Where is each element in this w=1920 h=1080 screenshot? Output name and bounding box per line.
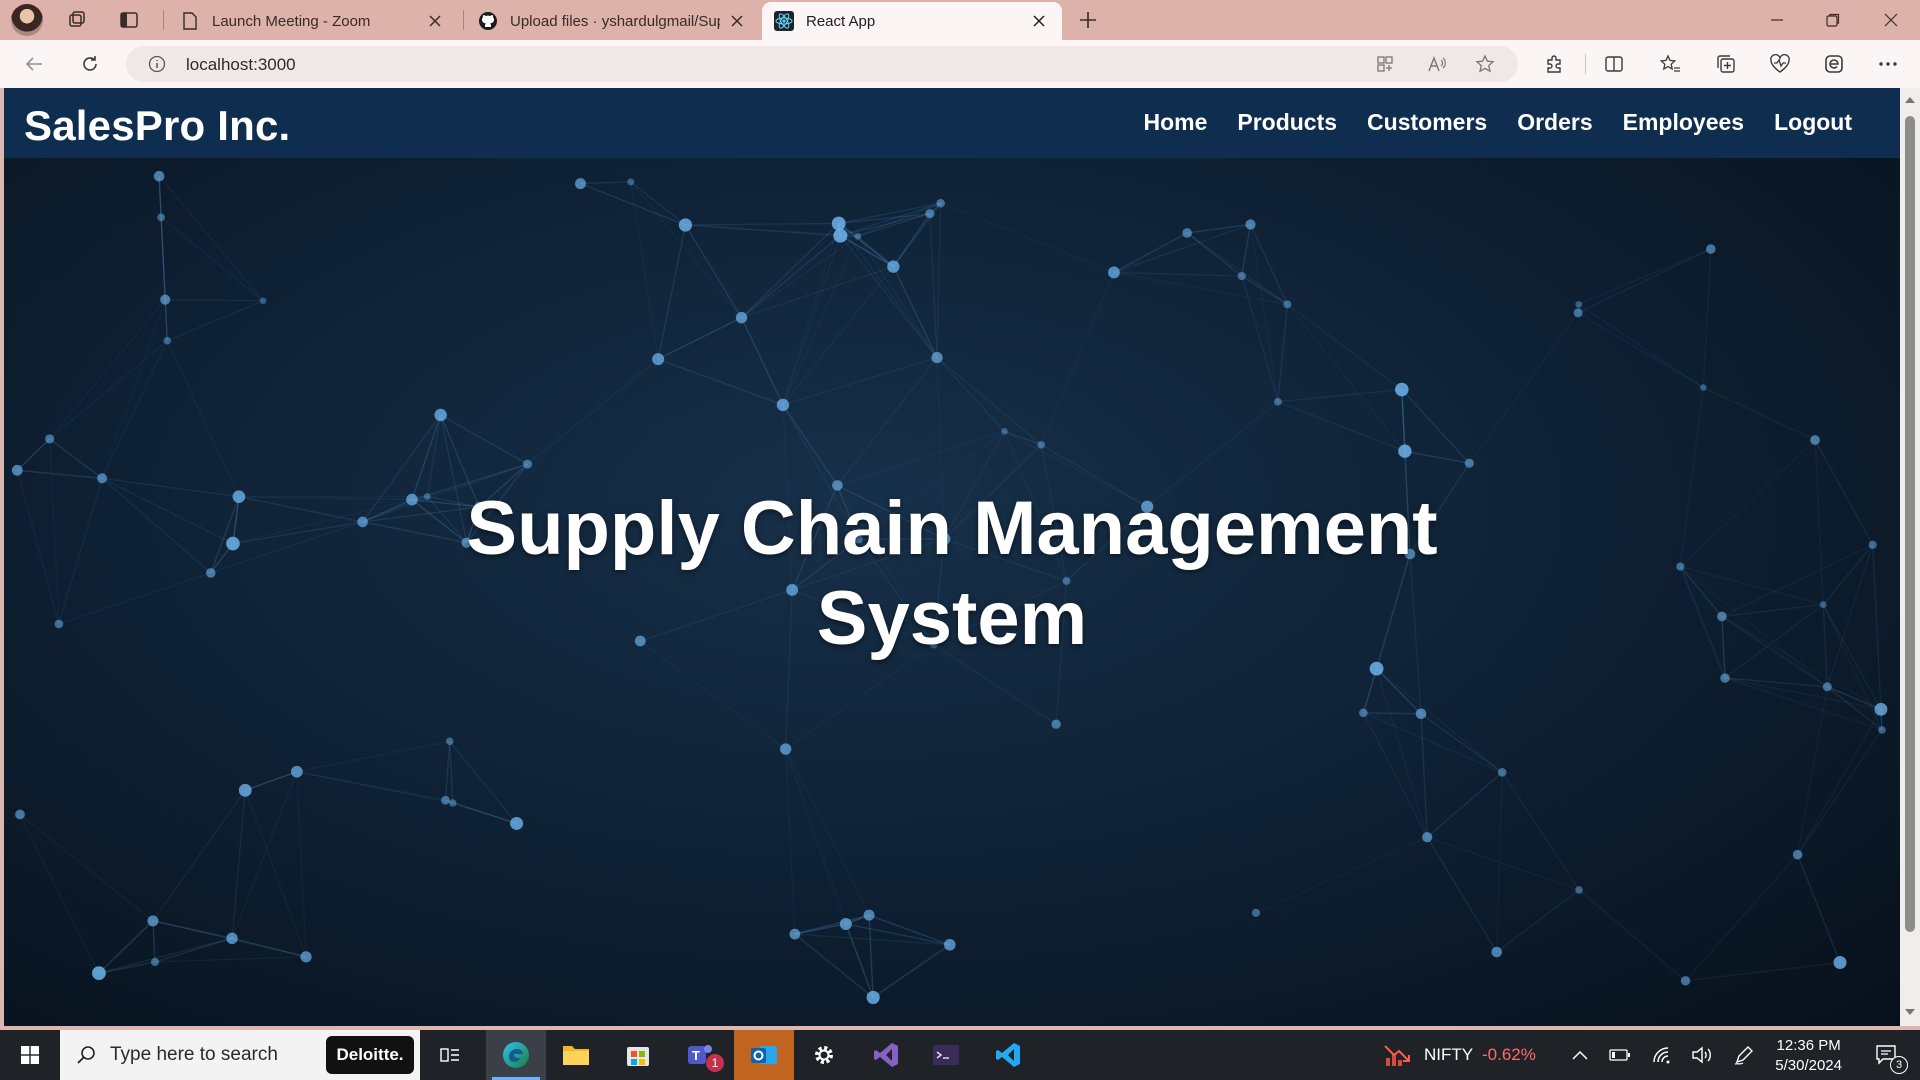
browser-tab-strip: Launch Meeting - Zoom Upload files · ysh… [0, 0, 1920, 40]
tab-github-upload[interactable]: Upload files · yshardulgmail/Supp [466, 2, 760, 40]
restore-icon[interactable] [1816, 5, 1850, 35]
nav-orders[interactable]: Orders [1517, 109, 1592, 136]
address-bar[interactable]: localhost:3000 [126, 46, 1518, 82]
svg-text:T: T [692, 1048, 700, 1063]
tab-title: Launch Meeting - Zoom [212, 12, 371, 30]
ticker-name[interactable]: NIFTY [1424, 1045, 1473, 1065]
hero-title-line-1: Supply Chain Management [466, 486, 1438, 571]
profile-avatar[interactable] [11, 4, 43, 36]
page-viewport: SalesPro Inc. Home Products Customers Or… [4, 88, 1900, 1026]
pen-icon[interactable] [1722, 1030, 1766, 1080]
close-icon[interactable] [424, 10, 446, 32]
window-close-icon[interactable] [1874, 5, 1908, 35]
tab-react-app[interactable]: React App [762, 2, 1062, 40]
browser-essentials-icon[interactable] [1764, 49, 1796, 79]
clock-date: 5/30/2024 [1775, 1057, 1842, 1074]
search-icon [76, 1045, 96, 1065]
clock-time: 12:36 PM [1776, 1037, 1841, 1054]
react-icon [774, 11, 794, 31]
scroll-down-icon[interactable] [1904, 1006, 1916, 1018]
browser-toolbar: localhost:3000 [0, 40, 1920, 88]
hero-title-line-2: System [816, 576, 1088, 661]
terminal-icon[interactable] [918, 1030, 974, 1080]
edge-taskbar-icon[interactable] [486, 1030, 546, 1080]
outlook-icon[interactable] [734, 1030, 794, 1080]
url-text[interactable]: localhost:3000 [186, 55, 296, 75]
nav-employees[interactable]: Employees [1623, 109, 1744, 136]
nav-products[interactable]: Products [1237, 109, 1337, 136]
nav-home[interactable]: Home [1143, 109, 1207, 136]
vscode-icon[interactable] [980, 1030, 1036, 1080]
refresh-icon[interactable] [74, 49, 106, 79]
notifications-icon[interactable]: 3 [1862, 1030, 1912, 1080]
show-hidden-icons-chevron-up-icon[interactable] [1558, 1030, 1602, 1080]
favorite-star-icon[interactable] [1470, 49, 1500, 79]
favorites-icon[interactable] [1654, 49, 1686, 79]
wifi-icon[interactable] [1640, 1030, 1684, 1080]
teams-icon[interactable]: T 1 [672, 1030, 728, 1080]
nav-links: Home Products Customers Orders Employees… [1143, 109, 1852, 136]
close-icon[interactable] [726, 10, 748, 32]
windows-taskbar: Type here to search Deloitte. T 1 NIFTY … [0, 1030, 1920, 1080]
task-view-icon[interactable] [422, 1030, 478, 1080]
tab-title: React App [806, 12, 876, 30]
close-icon[interactable] [1028, 10, 1050, 32]
minimize-icon[interactable] [1760, 5, 1794, 35]
page-scrollbar[interactable] [1900, 88, 1920, 1026]
scroll-up-icon[interactable] [1904, 94, 1916, 106]
copilot-icon[interactable] [1818, 49, 1850, 79]
collections-icon[interactable] [1710, 49, 1742, 79]
notification-count: 3 [1890, 1056, 1908, 1074]
nav-logout[interactable]: Logout [1774, 109, 1852, 136]
vertical-tabs-icon[interactable] [112, 5, 146, 35]
back-icon[interactable] [18, 49, 50, 79]
extensions-icon[interactable] [1538, 49, 1570, 79]
teams-badge: 1 [706, 1054, 724, 1072]
taskbar-clock[interactable]: 12:36 PM 5/30/2024 [1775, 1036, 1842, 1076]
visual-studio-icon[interactable] [858, 1030, 914, 1080]
site-info-icon[interactable] [142, 49, 172, 79]
document-icon [180, 11, 200, 31]
brand-logo[interactable]: SalesPro Inc. [24, 102, 290, 150]
scrollbar-thumb[interactable] [1905, 116, 1915, 932]
app-available-icon[interactable] [1370, 49, 1400, 79]
battery-icon[interactable] [1598, 1030, 1642, 1080]
github-icon [478, 11, 498, 31]
taskbar-search[interactable]: Type here to search Deloitte. [60, 1030, 420, 1080]
file-explorer-icon[interactable] [548, 1030, 604, 1080]
settings-gear-icon[interactable] [796, 1030, 852, 1080]
tab-zoom[interactable]: Launch Meeting - Zoom [168, 2, 458, 40]
read-aloud-icon[interactable] [1422, 49, 1452, 79]
hero-title: Supply Chain Management System [4, 484, 1900, 664]
workspaces-icon[interactable] [60, 5, 94, 35]
new-tab-button[interactable] [1071, 5, 1105, 35]
volume-icon[interactable] [1680, 1030, 1724, 1080]
windows-start-icon[interactable] [2, 1030, 58, 1080]
stock-chart-icon[interactable] [1376, 1030, 1420, 1080]
search-placeholder: Type here to search [110, 1044, 278, 1065]
microsoft-store-icon[interactable] [610, 1030, 666, 1080]
split-screen-icon[interactable] [1598, 49, 1630, 79]
nav-customers[interactable]: Customers [1367, 109, 1487, 136]
tab-title: Upload files · yshardulgmail/Supp [510, 12, 720, 30]
hero-section: Supply Chain Management System [4, 158, 1900, 1026]
app-navbar: SalesPro Inc. Home Products Customers Or… [4, 88, 1900, 158]
ticker-change[interactable]: -0.62% [1482, 1045, 1536, 1065]
deloitte-logo[interactable]: Deloitte. [326, 1036, 414, 1074]
more-options-icon[interactable] [1872, 49, 1904, 79]
